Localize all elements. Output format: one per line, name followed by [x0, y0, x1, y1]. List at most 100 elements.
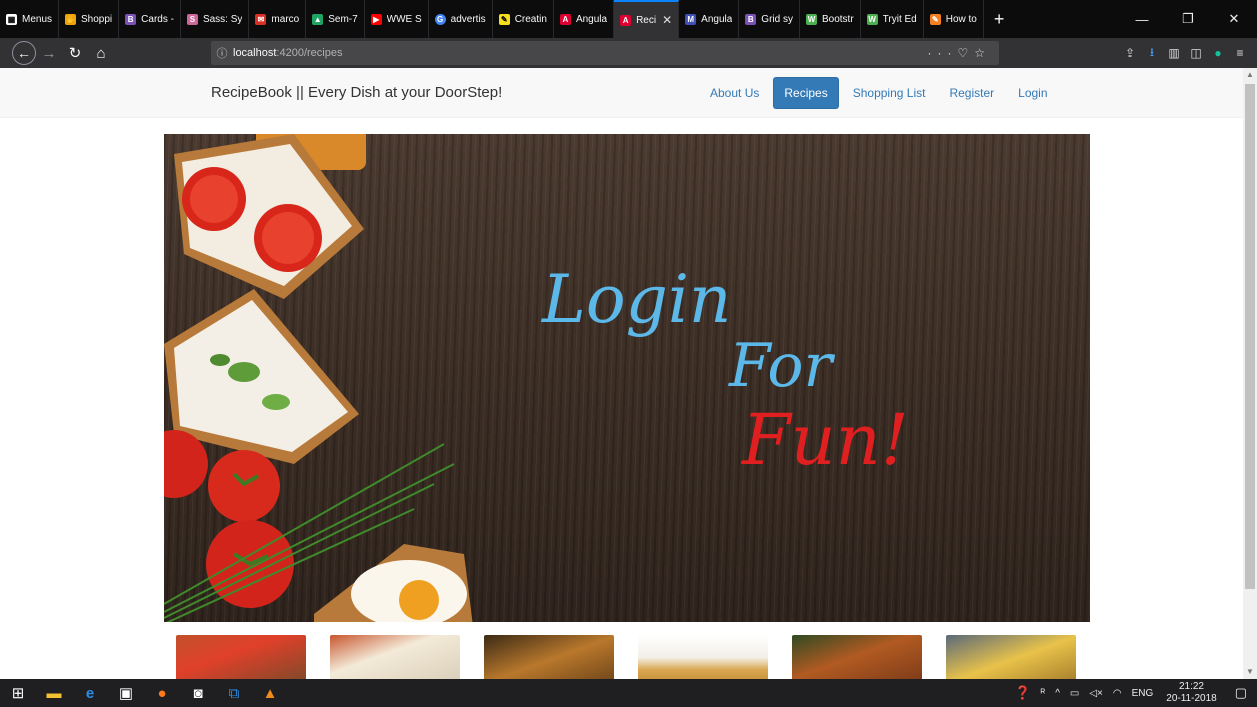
- browser-tab[interactable]: W Bootstr: [800, 0, 861, 38]
- tab-title: Bootstr: [821, 13, 854, 25]
- nav-link-shopping-list[interactable]: Shopping List: [843, 77, 936, 109]
- page-actions: ···♡☆: [927, 46, 991, 60]
- browser-tab[interactable]: M Angula: [679, 0, 740, 38]
- nav-link-recipes[interactable]: Recipes: [773, 77, 839, 109]
- tab-title: Sass: Sy: [202, 13, 243, 25]
- tab-title: Cards -: [141, 13, 174, 25]
- file-explorer-icon[interactable]: ▬: [36, 679, 72, 707]
- volume-muted-icon[interactable]: ◁×: [1084, 688, 1108, 699]
- bookmarks-up-icon[interactable]: ⇪: [1119, 40, 1141, 66]
- wifi-icon[interactable]: ◠: [1108, 688, 1127, 699]
- tab-title: marco: [271, 13, 300, 25]
- browser-tab[interactable]: Gadvertis: [429, 0, 493, 38]
- help-icon[interactable]: ❓: [1009, 685, 1035, 701]
- browser-tab[interactable]: W Tryit Ed: [861, 0, 924, 38]
- vlc-icon[interactable]: ▲: [252, 679, 288, 707]
- bookmark-star-icon[interactable]: ☆: [974, 46, 991, 60]
- grammarly-icon[interactable]: ●: [1207, 40, 1229, 66]
- tab-title: WWE S: [386, 13, 422, 25]
- nav-links: About Us Recipes Shopping List Register …: [700, 77, 1062, 109]
- store-icon[interactable]: ▣: [108, 679, 144, 707]
- tab-favicon: ▲: [312, 13, 324, 25]
- browser-tab[interactable]: A Angula: [554, 0, 615, 38]
- more-actions-icon[interactable]: ···: [927, 46, 957, 60]
- url-host: localhost: [233, 47, 277, 59]
- site-info-icon[interactable]: ⓘ: [211, 45, 233, 61]
- scrollbar-thumb[interactable]: [1245, 84, 1255, 589]
- recipe-thumbnail[interactable]: [638, 635, 768, 679]
- notification-center-icon[interactable]: ▢: [1225, 685, 1257, 701]
- menu-icon[interactable]: ≡: [1229, 40, 1251, 66]
- nav-link-login[interactable]: Login: [1008, 77, 1057, 109]
- show-hidden-icons-icon[interactable]: ^: [1050, 688, 1065, 699]
- firefox-icon[interactable]: ●: [144, 679, 180, 707]
- new-tab-icon[interactable]: +: [984, 0, 1015, 38]
- tomato-slice-inner: [262, 212, 314, 264]
- clock[interactable]: 21:22 20-11-2018: [1158, 681, 1224, 705]
- tab-title: Shoppi: [81, 13, 113, 25]
- tab-favicon: A: [559, 13, 571, 25]
- home-icon[interactable]: ⌂: [88, 40, 114, 66]
- tab-favicon: S: [186, 13, 198, 25]
- browser-tab-strip: ▦ Menus ✋ Shoppi B Cards - S Sass: Sy ✉ marco…: [0, 0, 1257, 38]
- recipe-thumbnail[interactable]: [484, 635, 614, 679]
- window-controls: — ❐ ✕: [1119, 0, 1257, 38]
- battery-icon[interactable]: ▭: [1065, 688, 1084, 699]
- herb-leaf-shape: [228, 362, 260, 382]
- nav-link-about-us[interactable]: About Us: [700, 77, 769, 109]
- browser-tab[interactable]: ▲ Sem-7: [306, 0, 365, 38]
- site-brand[interactable]: RecipeBook || Every Dish at your DoorSte…: [211, 84, 502, 101]
- browser-tab-active[interactable]: A Reci ✕: [614, 0, 680, 38]
- recipe-thumbnail[interactable]: [176, 635, 306, 679]
- recipe-thumbnail[interactable]: [330, 635, 460, 679]
- browser-tab[interactable]: ✎ Creatin: [493, 0, 554, 38]
- toolbar-right: ⇪ ⭳ ▥ ◫ ● ≡: [1119, 40, 1251, 66]
- pocket-icon[interactable]: ♡: [957, 46, 974, 60]
- browser-tab[interactable]: ✉ marco: [249, 0, 307, 38]
- system-tray: ❓ ᴿ ^ ▭ ◁× ◠ ENG 21:22 20-11-2018 ▢: [1009, 679, 1257, 707]
- browser-tab[interactable]: ▶ WWE S: [365, 0, 429, 38]
- close-window-icon[interactable]: ✕: [1211, 0, 1257, 38]
- tab-title: How to: [945, 13, 977, 25]
- url-path: :4200/recipes: [276, 47, 343, 59]
- tab-favicon: G: [434, 13, 446, 25]
- tab-favicon: ✋: [65, 13, 77, 25]
- people-icon[interactable]: ᴿ: [1036, 688, 1051, 699]
- edge-browser-icon[interactable]: e: [72, 679, 108, 707]
- address-bar[interactable]: ⓘ localhost:4200/recipes ···♡☆: [211, 41, 999, 65]
- recipe-thumbnail[interactable]: [792, 635, 922, 679]
- tab-favicon: A: [620, 14, 632, 26]
- clock-time: 21:22: [1178, 681, 1204, 692]
- back-arrow-icon[interactable]: ←: [12, 41, 36, 65]
- scroll-down-icon[interactable]: ▼: [1243, 665, 1257, 679]
- tab-favicon: ✎: [929, 13, 941, 25]
- scroll-up-icon[interactable]: ▲: [1243, 68, 1257, 82]
- reload-icon[interactable]: ↻: [62, 40, 88, 66]
- tab-favicon: B: [125, 13, 137, 25]
- herb-leaf-shape: [262, 394, 290, 410]
- recipe-thumbnail[interactable]: [946, 635, 1076, 679]
- windows-start-icon[interactable]: ⊞: [0, 679, 36, 707]
- nav-link-register[interactable]: Register: [939, 77, 1004, 109]
- library-icon[interactable]: ▥: [1163, 40, 1185, 66]
- browser-tab[interactable]: ▦ Menus: [0, 0, 60, 38]
- browser-tab[interactable]: ✎ How to: [924, 0, 984, 38]
- tab-favicon: W: [805, 13, 817, 25]
- download-icon[interactable]: ⭳: [1141, 40, 1163, 66]
- tomato-slice-inner: [190, 175, 238, 223]
- close-tab-icon[interactable]: ✕: [662, 13, 672, 27]
- browser-tab[interactable]: S Sass: Sy: [181, 0, 250, 38]
- vscode-icon[interactable]: ⧉: [216, 679, 252, 707]
- browser-tab[interactable]: ✋ Shoppi: [59, 0, 120, 38]
- page-scrollbar[interactable]: ▲ ▼: [1243, 68, 1257, 679]
- app-icon[interactable]: ◙: [180, 679, 216, 707]
- restore-icon[interactable]: ❐: [1165, 0, 1211, 38]
- forward-arrow-icon[interactable]: →: [36, 40, 62, 66]
- language-indicator[interactable]: ENG: [1127, 688, 1159, 699]
- minimize-icon[interactable]: —: [1119, 0, 1165, 38]
- tab-favicon: ▶: [370, 13, 382, 25]
- browser-tab[interactable]: B Grid sy: [739, 0, 800, 38]
- sidebar-icon[interactable]: ◫: [1185, 40, 1207, 66]
- browser-tab[interactable]: B Cards -: [119, 0, 181, 38]
- site-navbar: RecipeBook || Every Dish at your DoorSte…: [0, 68, 1243, 118]
